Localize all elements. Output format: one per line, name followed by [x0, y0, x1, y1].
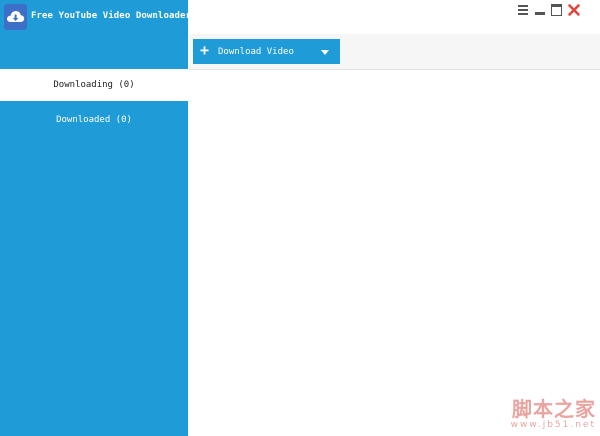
- app-title: Free YouTube Video Downloader: [31, 11, 192, 21]
- close-icon[interactable]: [567, 2, 581, 16]
- cloud-download-icon: [4, 4, 27, 30]
- watermark: 脚本之家 www.jb51.net: [511, 398, 596, 430]
- watermark-url: www.jb51.net: [510, 420, 596, 430]
- plus-icon: +: [200, 41, 210, 59]
- maximize-icon[interactable]: [550, 2, 564, 16]
- menu-icon[interactable]: [516, 2, 530, 16]
- window-controls: [516, 2, 582, 16]
- watermark-main: 脚本之家: [512, 397, 596, 421]
- toolbar: + Download Video: [189, 34, 600, 70]
- minimize-icon[interactable]: [533, 2, 547, 16]
- download-list-area: [189, 70, 600, 436]
- download-video-label: Download Video: [218, 47, 294, 57]
- sidebar-item-downloaded[interactable]: Downloaded (0): [0, 104, 188, 136]
- sidebar: Free YouTube Video Downloader Downloadin…: [0, 0, 192, 436]
- app-header: Free YouTube Video Downloader: [0, 0, 192, 34]
- download-video-button[interactable]: + Download Video: [193, 39, 340, 64]
- caret-down-icon[interactable]: [321, 50, 329, 55]
- sidebar-item-downloading[interactable]: Downloading (0): [0, 69, 188, 101]
